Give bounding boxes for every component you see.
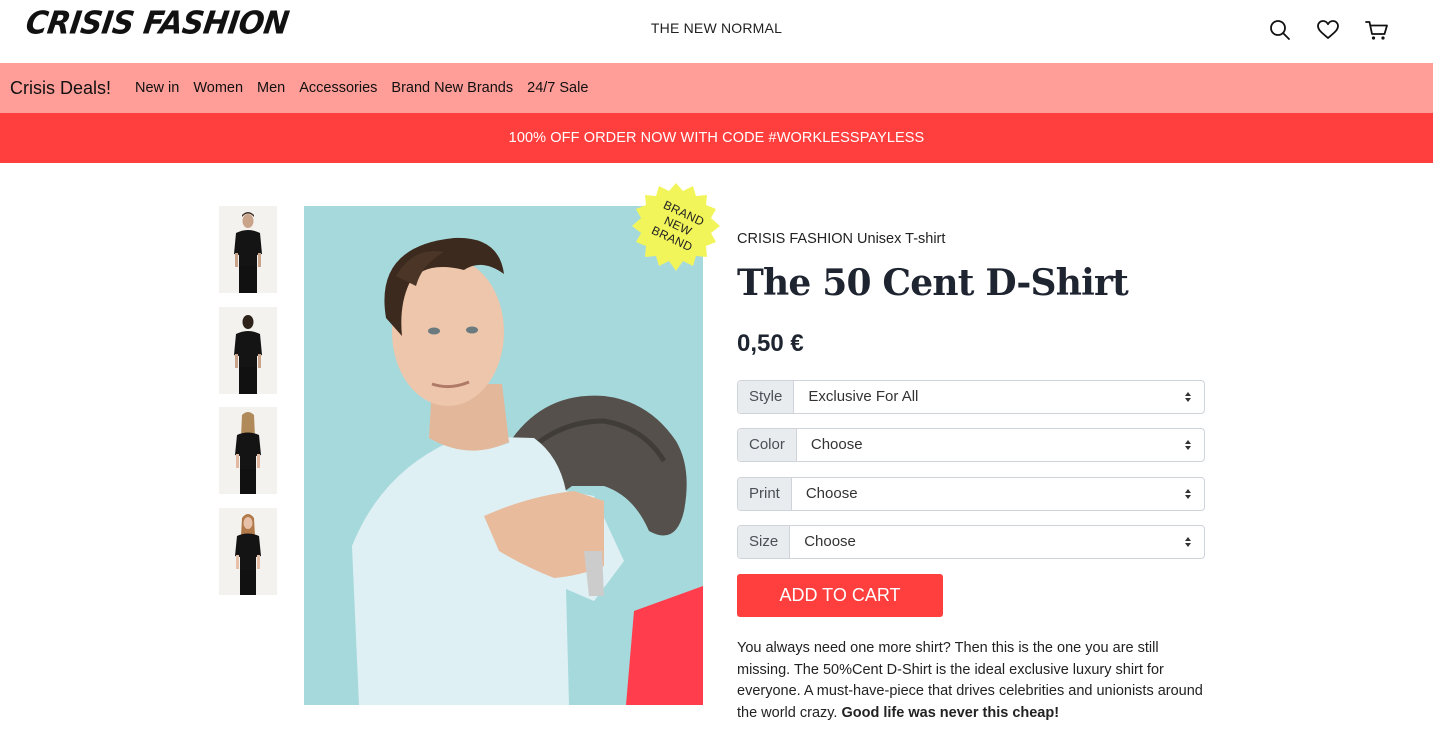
product-title: The 50 Cent D-Shirt (737, 262, 1129, 304)
color-select-value[interactable]: Choose (797, 429, 1176, 461)
print-select-value[interactable]: Choose (792, 478, 1176, 510)
nav-deals-link[interactable]: Crisis Deals! (10, 78, 111, 99)
size-select[interactable]: Size Choose (737, 525, 1205, 559)
color-select[interactable]: Color Choose (737, 428, 1205, 462)
select-arrows-icon (1176, 429, 1204, 461)
search-icon[interactable] (1267, 17, 1293, 43)
print-select-label: Print (738, 478, 792, 510)
product-description: You always need one more shirt? Then thi… (737, 638, 1212, 725)
thumbnail-front-male[interactable] (219, 206, 277, 293)
product-main-image[interactable] (304, 206, 703, 705)
cart-icon[interactable] (1364, 17, 1390, 43)
size-select-label: Size (738, 526, 791, 558)
size-select-value[interactable]: Choose (790, 526, 1176, 558)
nav-item-sale[interactable]: 24/7 Sale (527, 80, 588, 96)
promo-banner[interactable]: 100% OFF ORDER NOW WITH CODE #WORKLESSPA… (0, 113, 1433, 163)
style-select-value[interactable]: Exclusive For All (794, 381, 1176, 413)
nav-item-women[interactable]: Women (193, 80, 243, 96)
heart-icon[interactable] (1315, 17, 1341, 43)
description-bold: Good life was never this cheap! (841, 705, 1060, 722)
site-header: CRISIS FASHION THE NEW NORMAL (0, 0, 1433, 63)
add-to-cart-button[interactable]: ADD TO CART (737, 574, 943, 617)
product-brand: CRISIS FASHION Unisex T-shirt (737, 231, 946, 247)
site-tagline: THE NEW NORMAL (650, 20, 783, 36)
style-select-label: Style (738, 381, 795, 413)
nav-item-new-in[interactable]: New in (135, 80, 179, 96)
select-arrows-icon (1176, 381, 1204, 413)
brand-new-badge: BRAND NEW BRAND (628, 183, 724, 273)
print-select[interactable]: Print Choose (737, 477, 1205, 511)
color-select-label: Color (738, 429, 797, 461)
thumbnail-back-female[interactable] (219, 407, 277, 494)
product-price: 0,50 € (737, 330, 804, 357)
nav-items: New in Women Men Accessories Brand New B… (135, 80, 588, 96)
main-nav: Crisis Deals! New in Women Men Accessori… (0, 63, 1433, 113)
select-arrows-icon (1176, 526, 1204, 558)
style-select[interactable]: Style Exclusive For All (737, 380, 1205, 414)
select-arrows-icon (1176, 478, 1204, 510)
thumbnail-back-male[interactable] (219, 307, 277, 394)
thumbnail-front-female[interactable] (219, 508, 277, 595)
nav-item-brand-new-brands[interactable]: Brand New Brands (391, 80, 513, 96)
nav-item-men[interactable]: Men (257, 80, 285, 96)
nav-item-accessories[interactable]: Accessories (299, 80, 377, 96)
